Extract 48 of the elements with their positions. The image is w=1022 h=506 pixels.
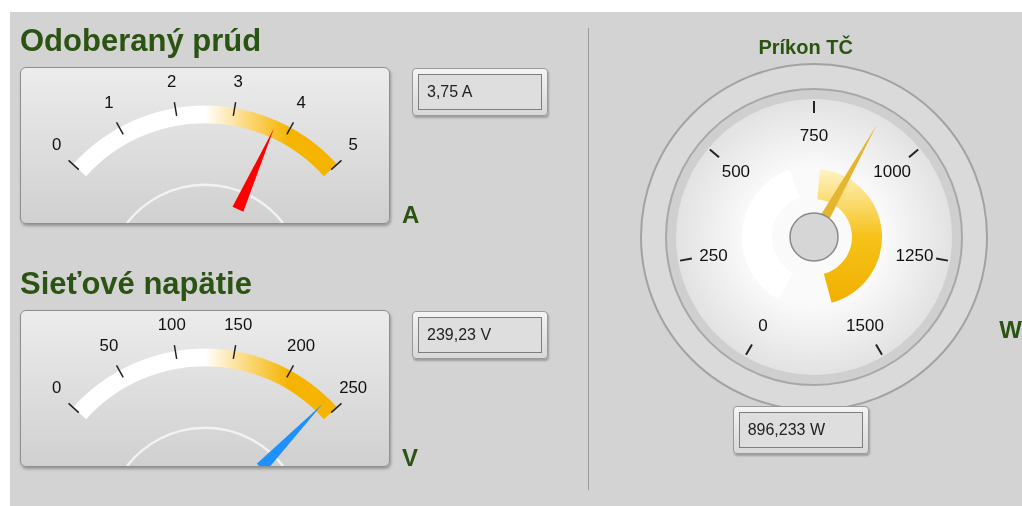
value-display: 3,75 A	[412, 67, 548, 116]
tick-label: 250	[699, 245, 729, 265]
tick-label: 2	[167, 71, 177, 91]
tick-label: 1	[104, 93, 114, 113]
tick-label: 150	[224, 314, 253, 334]
tick-mark	[330, 159, 343, 171]
tick-mark	[908, 148, 920, 159]
tick-label: 1250	[895, 245, 934, 265]
tick-mark	[67, 402, 80, 413]
tick-mark	[232, 101, 237, 117]
tick-label: 0	[52, 377, 62, 397]
tick-label: 0	[758, 316, 769, 336]
tick-mark	[330, 402, 343, 413]
tick-mark	[67, 159, 80, 171]
tick-label: 200	[287, 335, 316, 355]
tick-mark	[173, 343, 178, 360]
tick-mark	[935, 257, 950, 262]
meter-title: Sieťové napätie	[20, 264, 253, 303]
tick-mark	[232, 343, 237, 360]
tick-mark	[286, 121, 295, 135]
tick-label: 750	[800, 126, 829, 145]
tick-label: 250	[339, 377, 368, 397]
tick-mark	[173, 101, 178, 117]
tick-label: 500	[722, 162, 751, 182]
needle-hub	[789, 212, 840, 262]
unit-label: A	[402, 202, 421, 227]
tick-mark	[875, 343, 884, 356]
tick-mark	[679, 257, 694, 262]
tick-label: 50	[99, 335, 119, 355]
value-display: 239,23 V	[412, 310, 548, 359]
tick-mark	[115, 121, 124, 135]
tick-label: 100	[157, 314, 186, 334]
tick-mark	[709, 148, 721, 159]
tick-label: 1500	[846, 316, 885, 336]
tick-label: 4	[296, 93, 306, 113]
value-display: 896,233 W	[732, 406, 869, 454]
dial-title: Príkon TČ	[758, 34, 853, 60]
tick-label: 0	[52, 134, 62, 154]
meter-title: Odoberaný prúd	[20, 22, 263, 60]
unit-label: W	[999, 318, 1022, 342]
tick-mark	[115, 364, 124, 378]
tick-mark	[745, 343, 754, 356]
tick-mark	[813, 100, 816, 114]
tick-label: 5	[348, 134, 358, 154]
tick-label: 3	[233, 71, 243, 91]
tick-label: 1000	[873, 162, 912, 182]
tick-mark	[286, 364, 295, 378]
unit-label: V	[402, 445, 419, 470]
